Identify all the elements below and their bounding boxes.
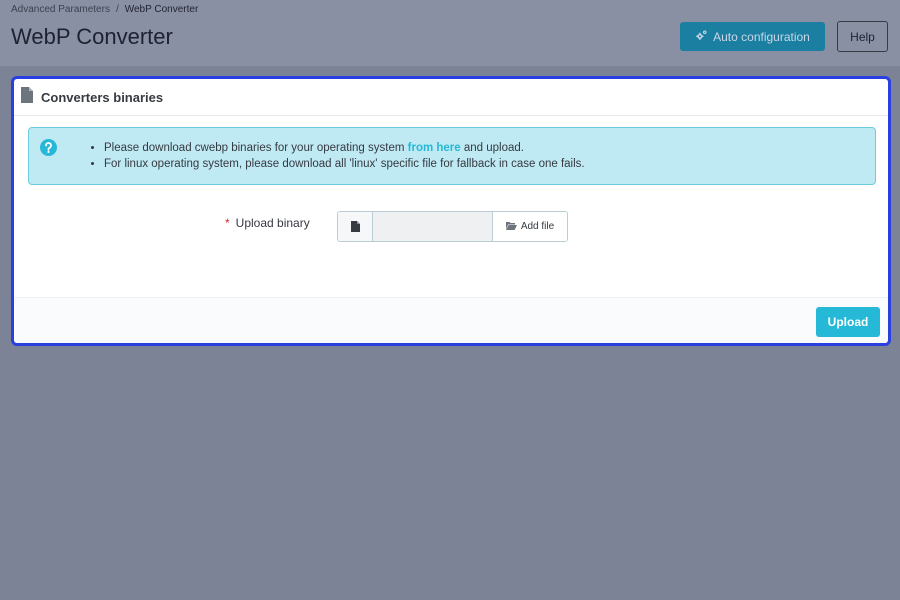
- auto-configuration-button[interactable]: Auto configuration: [680, 22, 825, 51]
- page-header: Advanced Parameters / WebP Converter WebP …: [0, 0, 900, 66]
- file-upload-group: Add file: [337, 211, 568, 242]
- question-circle-icon: [40, 139, 57, 156]
- upload-binary-label-text: Upload binary: [235, 216, 310, 230]
- card-header: Converters binaries: [14, 79, 888, 116]
- converters-card: Converters binaries Please download cweb…: [11, 76, 891, 346]
- download-link[interactable]: from here: [408, 142, 461, 154]
- help-button[interactable]: Help: [837, 21, 888, 52]
- alert-text: Please download cwebp binaries for your …: [104, 142, 408, 154]
- page-title: WebP Converter: [11, 24, 173, 49]
- cogs-icon: [695, 29, 708, 45]
- file-icon: [338, 212, 373, 241]
- alert-list: Please download cwebp binaries for your …: [104, 140, 585, 172]
- alert-item-linux: For linux operating system, please downl…: [104, 156, 585, 172]
- breadcrumb-separator: /: [115, 4, 119, 15]
- upload-button[interactable]: Upload: [816, 307, 880, 337]
- upload-binary-label: * Upload binary: [225, 216, 310, 230]
- auto-configuration-label: Auto configuration: [713, 29, 810, 44]
- breadcrumb-parent[interactable]: Advanced Parameters: [11, 4, 110, 15]
- card-footer: Upload: [14, 297, 888, 343]
- alert-item-download: Please download cwebp binaries for your …: [104, 140, 585, 156]
- breadcrumb: Advanced Parameters / WebP Converter: [11, 4, 198, 15]
- file-icon: [20, 86, 34, 108]
- card-title: Converters binaries: [41, 89, 164, 105]
- breadcrumb-current: WebP Converter: [124, 4, 199, 15]
- info-alert: Please download cwebp binaries for your …: [28, 127, 876, 185]
- add-file-label: Add file: [520, 221, 555, 232]
- alert-text: and upload.: [460, 142, 524, 154]
- add-file-button[interactable]: Add file: [493, 212, 567, 241]
- file-path-input[interactable]: [373, 212, 493, 241]
- folder-open-icon: [505, 221, 517, 233]
- required-mark: *: [225, 216, 230, 230]
